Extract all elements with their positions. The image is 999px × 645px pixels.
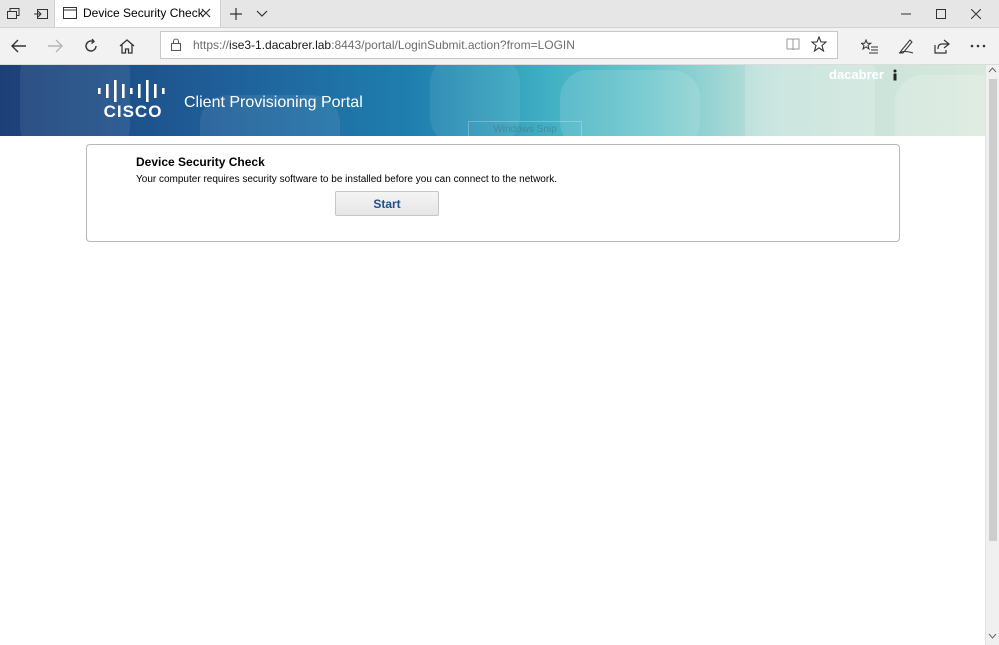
card-title: Device Security Check [136, 155, 265, 169]
cisco-logo: CISCO [98, 80, 165, 119]
portal-title: Client Provisioning Portal [184, 94, 363, 111]
favorites-hub-icon[interactable] [853, 31, 887, 61]
back-arrow-icon[interactable] [2, 31, 36, 61]
tab-manager-icon[interactable] [0, 0, 27, 27]
close-window-icon[interactable] [953, 0, 999, 27]
active-tab[interactable]: Device Security Check [54, 0, 221, 27]
url-text[interactable]: https://ise3-1.dacabrer.lab:8443/portal/… [193, 38, 575, 52]
tab-title: Device Security Check [83, 6, 204, 20]
lock-icon [171, 38, 181, 51]
snip-overlay-label: Windows Snip [468, 121, 582, 136]
vertical-scrollbar[interactable] [985, 65, 999, 645]
close-tab-icon[interactable] [198, 4, 214, 22]
favorite-star-icon[interactable] [811, 36, 827, 52]
home-icon[interactable] [110, 31, 144, 61]
url-scheme: https:// [193, 38, 230, 52]
portal-banner: CISCO Client Provisioning Portal dacabre… [0, 65, 985, 136]
more-options-icon[interactable] [961, 31, 995, 61]
banner-shape [895, 75, 985, 136]
username-label[interactable]: dacabrer [829, 67, 884, 82]
scroll-up-arrow-icon[interactable] [988, 67, 997, 73]
security-check-card: Device Security Check Your computer requ… [86, 144, 900, 242]
page-viewport: CISCO Client Provisioning Portal dacabre… [0, 65, 985, 645]
tab-strip: Device Security Check [0, 0, 999, 28]
address-bar[interactable]: https://ise3-1.dacabrer.lab:8443/portal/… [160, 31, 838, 59]
url-host: ise3-1.dacabrer.lab [229, 38, 332, 52]
page-icon [63, 7, 77, 19]
forward-arrow-icon[interactable] [38, 31, 72, 61]
url-path: :8443/portal/LoginSubmit.action?from=LOG… [331, 38, 575, 52]
set-aside-tabs-icon[interactable] [27, 0, 54, 27]
start-button[interactable]: Start [335, 191, 439, 216]
new-tab-icon[interactable] [224, 0, 248, 27]
card-message: Your computer requires security software… [136, 174, 557, 185]
reading-view-icon[interactable] [786, 37, 800, 51]
scroll-down-arrow-icon[interactable] [988, 633, 997, 639]
chevron-down-icon[interactable] [250, 0, 274, 27]
refresh-icon[interactable] [74, 31, 108, 61]
scrollbar-thumb[interactable] [989, 79, 997, 541]
info-icon[interactable] [891, 69, 899, 81]
share-icon[interactable] [925, 31, 959, 61]
navigation-bar: https://ise3-1.dacabrer.lab:8443/portal/… [0, 28, 999, 65]
pen-notes-icon[interactable] [889, 31, 923, 61]
logo-wordmark: CISCO [104, 102, 163, 119]
